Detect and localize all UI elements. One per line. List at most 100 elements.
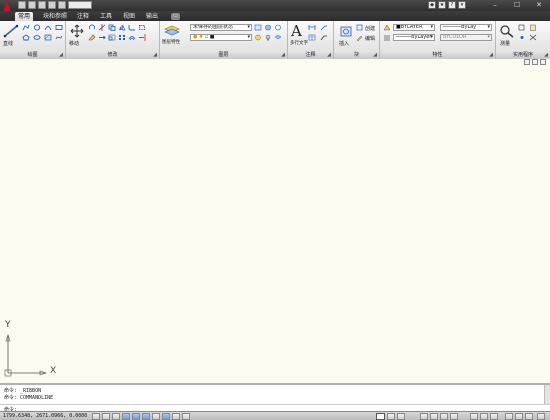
new-icon[interactable] [18, 1, 26, 9]
linetype-select[interactable]: ──────ByLay ▾ [440, 24, 492, 31]
layers-panel-title[interactable]: 图层 ◢ [160, 52, 287, 59]
color-select[interactable]: ■BYLAYER ▾ [393, 24, 435, 31]
model-space-button[interactable] [376, 413, 385, 420]
zoom-button[interactable] [430, 413, 438, 420]
erase-icon[interactable] [88, 34, 96, 41]
ellipse-icon[interactable] [33, 34, 41, 41]
layer-unisolate-icon[interactable] [274, 24, 282, 31]
showmotion-button[interactable] [450, 413, 458, 420]
tab-home[interactable]: 常用 [15, 12, 34, 21]
scale-icon[interactable] [108, 34, 116, 41]
properties-panel-title[interactable]: 特性 ◢ [380, 52, 495, 59]
table-icon[interactable] [308, 34, 316, 41]
expand-icon[interactable]: ◢ [281, 52, 285, 59]
list-icon[interactable] [383, 34, 391, 41]
insert-block-icon[interactable] [338, 24, 354, 38]
trim-icon[interactable] [98, 24, 106, 31]
status-bar-menu-button[interactable] [525, 413, 533, 420]
measure-icon[interactable] [499, 24, 515, 38]
ribbon-options-icon[interactable]: ▭ [171, 13, 180, 20]
arc-icon[interactable] [44, 24, 52, 31]
tab-view[interactable]: 视图 [120, 12, 138, 21]
tab-tools[interactable]: 工具 [97, 12, 115, 21]
dynamic-input-toggle[interactable] [162, 413, 170, 420]
clean-screen-button[interactable] [537, 413, 545, 420]
help-icon[interactable]: ? [448, 1, 456, 9]
dynamic-ucs-toggle[interactable] [152, 413, 160, 420]
match-properties-icon[interactable] [383, 24, 391, 31]
communication-center-icon[interactable]: ◆ [428, 1, 436, 9]
auto-scale-button[interactable] [490, 413, 498, 420]
tab-blocks-references[interactable]: 块和参照 [40, 12, 70, 21]
layer-state-select[interactable]: 未保存的图层状态 ▾ [190, 24, 252, 31]
offset-icon[interactable] [128, 34, 136, 41]
layer-off-icon[interactable] [264, 34, 272, 41]
annotation-visibility-button[interactable] [480, 413, 488, 420]
expand-icon[interactable]: ◢ [153, 52, 157, 59]
polygon-icon[interactable] [22, 34, 30, 41]
coordinates-readout[interactable]: 1799.6348, 2671.0966, 0.0000 [3, 413, 87, 419]
id-point-icon[interactable] [518, 34, 526, 41]
array-icon[interactable] [118, 34, 126, 41]
quick-properties-toggle[interactable] [182, 413, 190, 420]
explode-icon[interactable] [138, 24, 146, 31]
minimize-button[interactable]: – [484, 0, 506, 10]
rotate-icon[interactable] [88, 24, 96, 31]
plot-style-select[interactable]: BYCOLOR ▾ [440, 34, 492, 41]
mirror-icon[interactable] [118, 24, 126, 31]
expand-icon[interactable]: ◢ [489, 52, 493, 59]
fillet-icon[interactable] [128, 24, 136, 31]
block-panel-title[interactable]: 块 ◢ [334, 52, 379, 59]
redo-icon[interactable] [58, 1, 66, 9]
annotation-scale-button[interactable] [470, 413, 478, 420]
toolbar-lock-button[interactable] [515, 413, 523, 420]
multiline-text-icon[interactable]: A [291, 22, 302, 40]
layer-freeze-icon[interactable] [254, 34, 262, 41]
polyline-icon[interactable] [22, 24, 30, 31]
snap-mode-toggle[interactable] [92, 413, 100, 420]
command-scrollbar[interactable] [544, 385, 550, 405]
expand-icon[interactable]: ◢ [59, 52, 63, 59]
quick-view-drawings-button[interactable] [397, 413, 405, 420]
circle-icon[interactable] [33, 24, 41, 31]
ortho-mode-toggle[interactable] [112, 413, 120, 420]
paste-icon[interactable] [529, 24, 537, 31]
current-layer-select[interactable]: ● ✹ ▫ ■ ▾ [190, 34, 252, 41]
expand-icon[interactable]: ◢ [373, 52, 377, 59]
workspace-select[interactable] [68, 1, 92, 9]
workspace-switching-button[interactable] [505, 413, 513, 420]
layer-match-icon[interactable] [274, 34, 282, 41]
draw-panel-title[interactable]: 绘图 ◢ [0, 52, 65, 59]
object-snap-toggle[interactable] [132, 413, 140, 420]
layer-state-manager-icon[interactable] [254, 24, 262, 31]
extend-icon[interactable] [138, 34, 146, 41]
expand-icon[interactable]: ◢ [327, 52, 331, 59]
pan-button[interactable] [420, 413, 428, 420]
object-snap-tracking-toggle[interactable] [142, 413, 150, 420]
select-all-icon[interactable] [529, 34, 537, 41]
layer-properties-icon[interactable] [164, 24, 180, 38]
rectangle-icon[interactable] [55, 24, 63, 31]
undo-icon[interactable] [48, 1, 56, 9]
grid-display-toggle[interactable] [102, 413, 110, 420]
expand-icon[interactable]: ◢ [544, 52, 548, 59]
copy-icon[interactable] [108, 24, 116, 31]
move-icon[interactable] [69, 24, 85, 38]
tab-output[interactable]: 输出 [143, 12, 161, 21]
quick-select-icon[interactable] [518, 24, 526, 31]
utilities-panel-title[interactable]: 实用程序 ◢ [496, 52, 550, 59]
leader-icon[interactable] [320, 24, 328, 31]
polar-tracking-toggle[interactable] [122, 413, 130, 420]
create-block-icon[interactable] [356, 24, 364, 31]
line-icon[interactable] [3, 24, 19, 38]
favorites-icon[interactable]: ★ [438, 1, 446, 9]
lineweight-select[interactable]: ─────ByLayer ▾ [393, 34, 435, 41]
close-button[interactable]: ✕ [528, 0, 550, 10]
quick-view-layouts-button[interactable] [387, 413, 395, 420]
spline-icon[interactable] [55, 34, 63, 41]
stretch-icon[interactable] [98, 34, 106, 41]
subscription-icon[interactable]: ▾ [458, 1, 466, 9]
save-icon[interactable] [38, 1, 46, 9]
annotation-panel-title[interactable]: 注释 ◢ [288, 52, 333, 59]
steering-wheel-button[interactable] [440, 413, 448, 420]
